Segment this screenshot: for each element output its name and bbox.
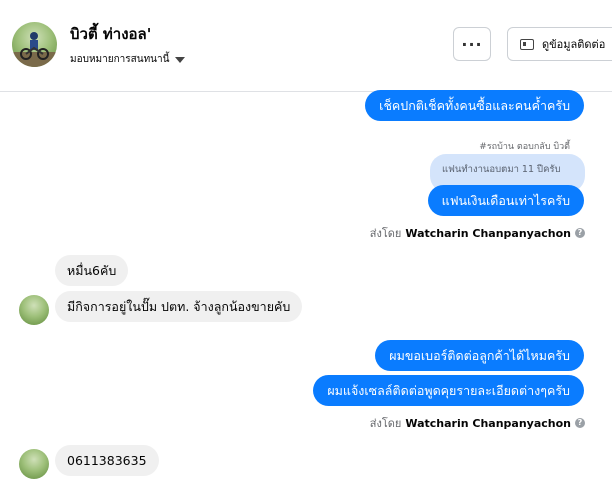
- contact-avatar-small: [19, 449, 49, 479]
- assign-label: มอบหมายการสนทนานี้: [70, 54, 170, 65]
- sender-name: Watcharin Chanpanyachon: [405, 226, 571, 240]
- contact-card-icon: [520, 38, 534, 50]
- contact-avatar-small: [19, 295, 49, 325]
- info-icon[interactable]: ?: [575, 418, 585, 428]
- sent-by-prefix: ส่งโดย: [369, 417, 402, 430]
- sent-by-label: ส่งโดย Watcharin Chanpanyachon ?: [370, 414, 585, 432]
- contact-name[interactable]: บิวตี้ ท่างอล': [70, 22, 151, 46]
- sent-by-prefix: ส่งโดย: [369, 227, 402, 240]
- incoming-message: มีกิจการอยู่ในปั๊ม ปตท. จ้างลูกน้องขายคั…: [55, 291, 303, 322]
- incoming-message: หมื่น6คับ: [55, 255, 129, 286]
- contact-avatar[interactable]: [12, 22, 57, 67]
- more-options-button[interactable]: ···: [453, 27, 491, 61]
- incoming-message: 0611383635: [55, 445, 159, 476]
- conversation-header: บิวตี้ ท่างอล' มอบหมายการสนทนานี้ ··· ดู…: [0, 0, 612, 92]
- reply-note: #รถบ้าน ตอบกลับ บิวตี้: [479, 142, 570, 152]
- sender-name: Watcharin Chanpanyachon: [405, 416, 571, 430]
- sent-by-label: ส่งโดย Watcharin Chanpanyachon ?: [370, 224, 585, 242]
- info-icon[interactable]: ?: [575, 228, 585, 238]
- outgoing-message: ผมขอเบอร์ติดต่อลูกค้าได้ไหมครับ: [375, 340, 584, 371]
- assign-conversation-dropdown[interactable]: มอบหมายการสนทนานี้: [70, 52, 186, 67]
- view-contact-label: ดูข้อมูลติดต่อ: [542, 38, 606, 51]
- caret-down-icon: [175, 56, 186, 63]
- view-contact-button[interactable]: ดูข้อมูลติดต่อ: [507, 27, 612, 61]
- outgoing-message: เช็คปกติเช็คทั้งคนซื้อและคนค้ำครับ: [365, 90, 584, 121]
- outgoing-message: ผมแจ้งเซลล์ติดต่อพูดคุยรายละเอียดต่างๆคร…: [313, 375, 584, 406]
- outgoing-message: แฟนเงินเดือนเท่าไรครับ: [427, 185, 584, 216]
- more-icon: ···: [461, 34, 483, 54]
